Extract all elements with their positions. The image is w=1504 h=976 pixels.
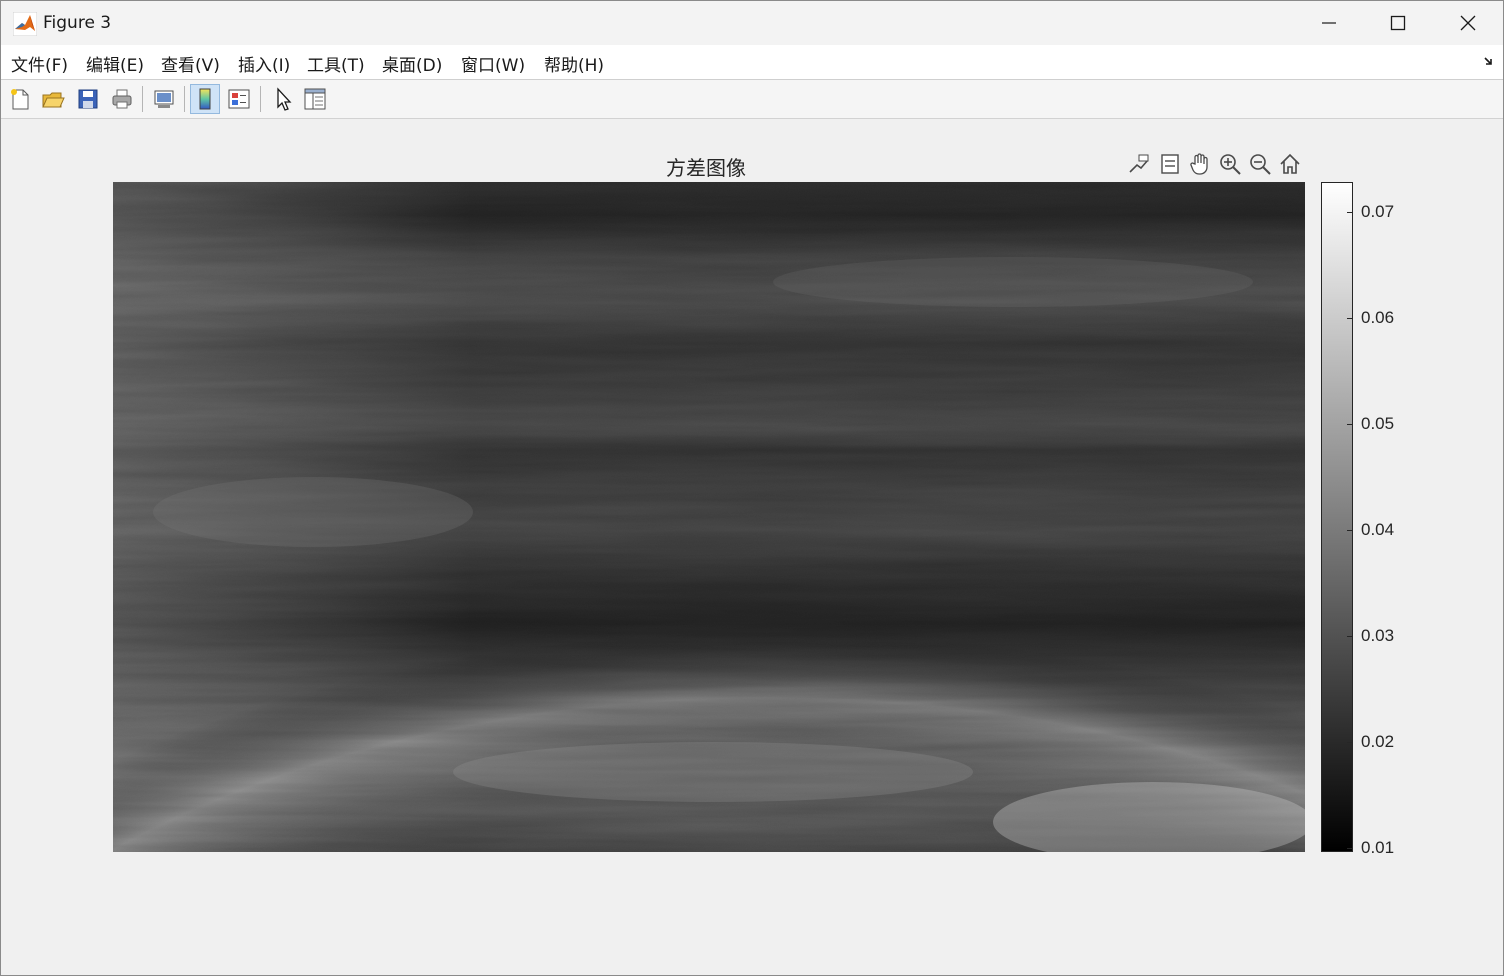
save-icon — [78, 89, 98, 109]
property-inspector-icon — [304, 88, 326, 110]
maximize-button[interactable] — [1363, 1, 1433, 45]
colorbar-tick — [1347, 742, 1353, 743]
menu-desktop[interactable]: 桌面(D) — [382, 51, 442, 76]
edit-plot-button[interactable] — [268, 84, 298, 114]
colorbar-tick — [1347, 212, 1353, 213]
toolbar-separator — [142, 86, 143, 112]
link-plot-button[interactable] — [149, 84, 179, 114]
data-tips-icon — [1129, 154, 1149, 173]
menu-bar: 文件(F) 编辑(E) 查看(V) 插入(I) 工具(T) 桌面(D) 窗口(W… — [1, 45, 1503, 80]
new-figure-icon — [11, 89, 29, 110]
colorbar-tick — [1347, 318, 1353, 319]
menu-view[interactable]: 查看(V) — [161, 51, 220, 76]
variance-image-texture — [113, 182, 1313, 862]
colorbar-tick — [1347, 636, 1353, 637]
zoom-in-button[interactable] — [1216, 150, 1244, 178]
print-icon — [112, 89, 132, 109]
toolbar-separator — [260, 86, 261, 112]
open-file-icon — [42, 92, 65, 108]
restore-view-button[interactable] — [1276, 150, 1304, 178]
colorbar-tick-label: 0.04 — [1361, 520, 1395, 539]
toolbar-separator — [184, 86, 185, 112]
save-button[interactable] — [73, 84, 103, 114]
link-plot-icon — [154, 90, 174, 108]
colorbar[interactable] — [1321, 182, 1353, 852]
colorbar-tick-label: 0.03 — [1361, 626, 1395, 645]
close-icon — [1460, 15, 1476, 31]
menu-edit[interactable]: 编辑(E) — [86, 51, 144, 76]
colorbar-gradient — [1322, 183, 1352, 851]
colorbar-tick-label: 0.05 — [1361, 414, 1395, 433]
new-figure-button[interactable] — [5, 84, 35, 114]
home-icon — [1280, 153, 1300, 174]
colorbar-tick-label: 0.07 — [1361, 202, 1395, 221]
colorbar-tick — [1347, 424, 1353, 425]
edit-plot-icon — [277, 87, 292, 111]
close-button[interactable] — [1433, 1, 1503, 45]
insert-colorbar-button[interactable] — [190, 84, 220, 114]
colorbar-icon — [199, 88, 211, 110]
figure-toolbar — [1, 80, 1503, 119]
menu-file[interactable]: 文件(F) — [11, 51, 68, 76]
open-file-button[interactable] — [38, 84, 68, 114]
minimize-button[interactable] — [1294, 1, 1364, 45]
colorbar-tick-label: 0.02 — [1361, 732, 1395, 751]
data-brush-button[interactable] — [1156, 150, 1184, 178]
maximize-icon — [1390, 15, 1406, 31]
window-title: Figure 3 — [43, 13, 112, 33]
title-bar[interactable]: Figure 3 — [1, 1, 1503, 45]
pan-button[interactable] — [1186, 150, 1214, 178]
legend-icon — [228, 89, 250, 109]
insert-legend-button[interactable] — [224, 84, 254, 114]
colorbar-tick — [1347, 530, 1353, 531]
menu-help[interactable]: 帮助(H) — [544, 51, 604, 76]
matlab-logo-icon — [13, 12, 37, 36]
menu-window[interactable]: 窗口(W) — [461, 51, 525, 76]
data-brush-icon — [1161, 154, 1179, 174]
zoom-out-button[interactable] — [1246, 150, 1274, 178]
data-tips-button[interactable] — [1125, 150, 1153, 178]
colorbar-tick — [1347, 848, 1353, 849]
variance-image[interactable] — [113, 182, 1313, 862]
colorbar-tick-label: 0.01 — [1361, 838, 1395, 857]
dock-arrow-icon[interactable] — [1483, 55, 1495, 67]
menu-tools[interactable]: 工具(T) — [307, 51, 365, 76]
property-inspector-button[interactable] — [300, 84, 330, 114]
figure-window: Figure 3 文件(F) 编辑(E) 查看(V) 插入(I) 工具(T) 桌… — [0, 0, 1504, 976]
zoom-out-icon — [1250, 154, 1271, 175]
pan-icon — [1190, 153, 1208, 175]
print-button[interactable] — [107, 84, 137, 114]
minimize-icon — [1322, 22, 1336, 24]
colorbar-tick-label: 0.06 — [1361, 308, 1395, 327]
axes-title: 方差图像 — [666, 156, 746, 180]
menu-insert[interactable]: 插入(I) — [238, 51, 290, 76]
zoom-in-icon — [1220, 154, 1241, 175]
